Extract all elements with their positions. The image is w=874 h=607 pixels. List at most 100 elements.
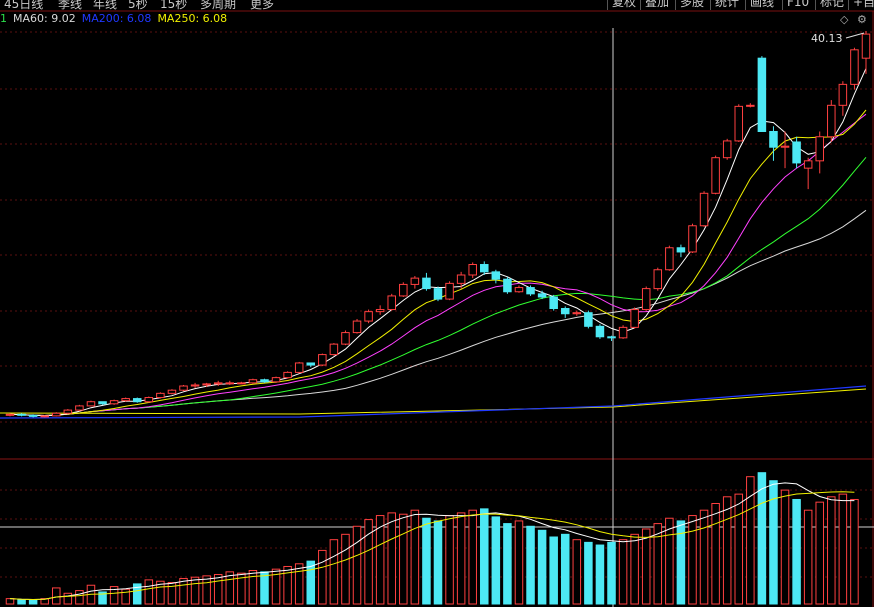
volume-bar	[190, 576, 200, 605]
candle-body	[722, 140, 732, 159]
volume-bar	[503, 523, 512, 605]
candle-body	[213, 382, 223, 385]
candle-body	[260, 379, 269, 383]
candle-body	[803, 160, 813, 169]
candle-body	[132, 398, 142, 403]
volume-bar	[225, 571, 235, 605]
candle-body	[63, 409, 73, 414]
candle-body	[456, 274, 466, 284]
candle-body	[746, 104, 755, 107]
candle-body	[98, 401, 107, 405]
candle-body	[838, 83, 848, 106]
candle-body	[306, 362, 316, 366]
volume-bar	[607, 541, 616, 605]
volume-bar	[410, 509, 420, 605]
volume-bar	[549, 536, 558, 605]
candle-body	[630, 309, 639, 328]
volume-bar	[653, 523, 663, 605]
candle-body	[433, 288, 443, 300]
candle-body	[514, 287, 524, 293]
volume-bar	[329, 539, 339, 605]
volume-bar	[179, 578, 188, 605]
candle-body	[711, 157, 720, 194]
candle-body	[815, 136, 824, 162]
volume-bar	[387, 512, 396, 605]
volume-bar	[757, 472, 767, 605]
volume-bar	[248, 570, 258, 605]
candle-body	[75, 405, 84, 411]
candle-body	[827, 104, 836, 138]
volume-bar	[213, 574, 223, 605]
volume-bar	[838, 493, 848, 605]
kline-chart[interactable]: 40.13	[0, 0, 874, 607]
candle-body	[375, 309, 385, 313]
volume-bar	[52, 587, 61, 605]
candle-body	[792, 141, 801, 164]
candle-body	[676, 247, 686, 253]
candle-body	[248, 379, 258, 384]
candle-body	[202, 383, 211, 386]
candle-body	[144, 397, 154, 403]
volume-bar	[722, 496, 732, 605]
volume-bar	[63, 592, 73, 605]
candle-body	[537, 293, 547, 298]
candle-body	[271, 377, 281, 383]
volume-bar	[17, 599, 26, 605]
volume-bar	[803, 509, 813, 605]
volume-bar	[399, 513, 408, 605]
volume-bar	[433, 520, 443, 605]
volume-bar	[584, 541, 593, 605]
volume-bar	[711, 503, 720, 605]
candle-body	[190, 384, 200, 387]
volume-bar	[5, 598, 15, 605]
candle-body	[179, 385, 188, 391]
candle-body	[491, 271, 501, 280]
candle-body	[156, 392, 165, 399]
volume-bar	[318, 549, 327, 605]
candle-body	[341, 332, 350, 345]
candle-body	[52, 412, 61, 417]
candle-body	[595, 325, 605, 338]
candle-body	[769, 131, 778, 148]
candle-body	[653, 269, 663, 290]
volume-bar	[618, 539, 628, 605]
volume-bar	[792, 498, 801, 605]
volume-bar	[688, 515, 697, 605]
ma10-line	[9, 109, 867, 417]
candle-body	[699, 192, 709, 227]
volume-bar	[480, 508, 489, 605]
volume-bar	[699, 509, 709, 605]
candle-body	[618, 326, 628, 339]
candle-body	[757, 57, 767, 132]
candle-body	[121, 398, 130, 402]
candle-body	[167, 389, 177, 394]
candle-body	[665, 247, 674, 271]
candle-body	[352, 320, 362, 334]
candle-body	[850, 49, 859, 85]
volume-bar	[28, 599, 38, 605]
volume-bar	[537, 529, 547, 605]
candle-body	[283, 371, 292, 379]
volume-bar	[456, 512, 466, 605]
candle-body	[40, 415, 49, 418]
candle-body	[780, 145, 790, 148]
candle-body	[28, 414, 38, 417]
candle-body	[526, 287, 535, 295]
candle-body	[5, 413, 15, 416]
ma30-line	[9, 156, 867, 417]
candle-body	[399, 283, 408, 297]
candle-body	[641, 288, 651, 311]
volume-bar	[780, 489, 790, 605]
volume-bar	[468, 509, 477, 605]
candle-body	[549, 296, 558, 310]
volume-bar	[75, 590, 84, 605]
candle-body	[109, 400, 119, 405]
volume-bar	[306, 560, 316, 605]
candle-body	[480, 264, 489, 273]
volume-bar	[445, 515, 454, 605]
candle-body	[572, 312, 582, 315]
volume-bar	[560, 533, 570, 605]
candle-body	[734, 105, 744, 142]
volume-bar	[352, 525, 362, 605]
volume-bar	[595, 544, 605, 605]
